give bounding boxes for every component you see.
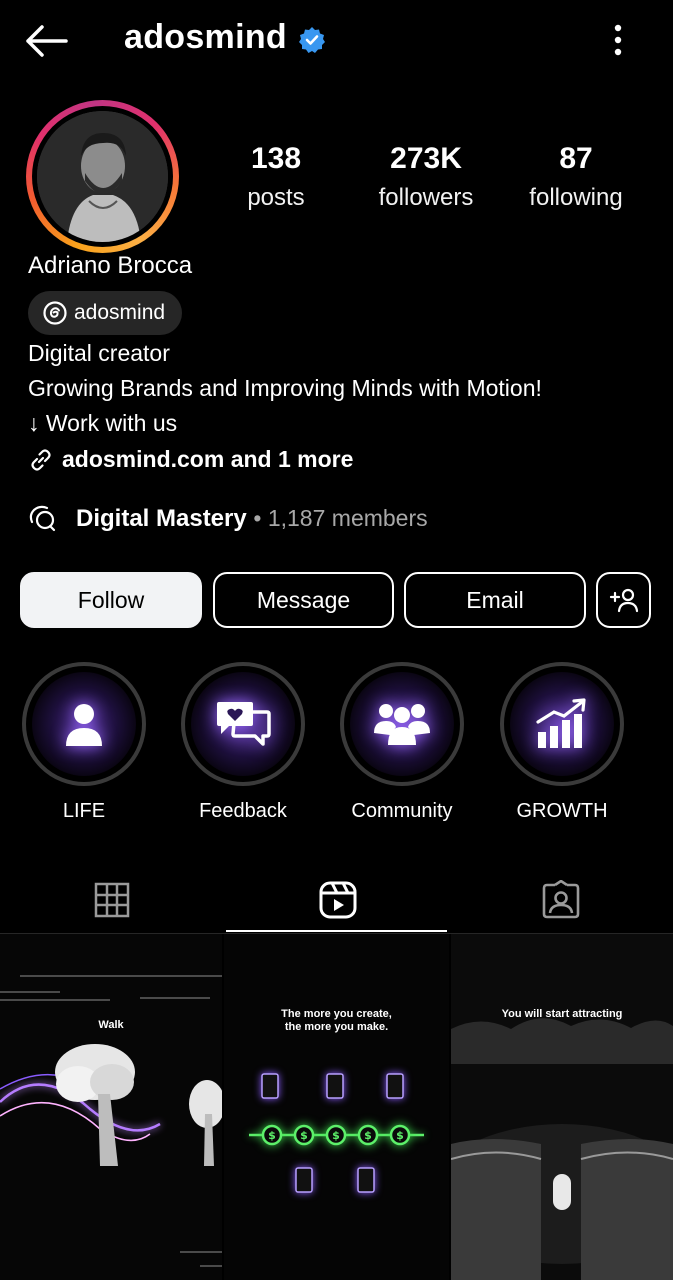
- email-button[interactable]: Email: [404, 572, 586, 628]
- stat-posts[interactable]: 138 posts: [201, 142, 351, 212]
- message-button[interactable]: Message: [213, 572, 394, 628]
- highlight-feedback[interactable]: Feedback: [179, 662, 307, 823]
- reel-walk-artwork: [0, 934, 222, 1280]
- broadcast-channel[interactable]: Digital Mastery • 1,187 members: [28, 505, 428, 533]
- svg-text:$: $: [364, 1129, 372, 1142]
- more-options-icon[interactable]: [602, 22, 634, 58]
- grid-icon: [94, 882, 130, 918]
- channel-name: Digital Mastery: [76, 505, 247, 532]
- threads-handle: adosmind: [74, 301, 166, 324]
- stat-followers-label: followers: [378, 184, 474, 211]
- follow-button[interactable]: Follow: [20, 572, 202, 628]
- bar-growth-icon: [536, 698, 586, 748]
- stat-following-value: 87: [559, 142, 593, 175]
- bio-line-1: Growing Brands and Improving Minds with …: [28, 375, 542, 401]
- stat-posts-label: posts: [247, 184, 305, 211]
- back-arrow-icon[interactable]: [22, 22, 70, 60]
- suggested-users-button[interactable]: [596, 572, 651, 628]
- highlight-growth[interactable]: GROWTH: [498, 662, 626, 823]
- reel-caption-line-1: The more you create,: [281, 1008, 392, 1020]
- profile-avatar[interactable]: [26, 100, 179, 253]
- highlight-life[interactable]: LIFE: [20, 662, 148, 823]
- link-icon: [31, 448, 51, 471]
- active-tab-indicator: [226, 930, 447, 932]
- stat-following[interactable]: 87 following: [501, 142, 651, 212]
- chat-heart-icon: [217, 702, 271, 746]
- header-username: adosmind: [124, 18, 287, 56]
- threads-badge[interactable]: adosmind: [28, 291, 182, 335]
- highlight-label: Community: [351, 800, 453, 822]
- tab-grid[interactable]: [0, 868, 224, 932]
- reel-money-artwork: $ $ $ $ $: [224, 934, 449, 1280]
- reel-caption: Walk: [98, 1019, 124, 1031]
- person-icon: [66, 704, 102, 746]
- reel-thumbnail-2[interactable]: $ $ $ $ $ The more you create, the more you …: [224, 934, 449, 1280]
- highlight-label: LIFE: [62, 800, 106, 822]
- bio-category: Digital creator: [28, 340, 170, 366]
- verified-badge-icon: [299, 27, 325, 53]
- tab-tagged[interactable]: [449, 868, 673, 932]
- stat-posts-value: 138: [250, 142, 302, 175]
- stat-followers[interactable]: 273K followers: [351, 142, 501, 212]
- channel-members: • 1,187 members: [253, 505, 428, 531]
- add-person-icon: [609, 588, 638, 613]
- highlight-label: GROWTH: [516, 800, 608, 822]
- svg-text:$: $: [268, 1129, 276, 1142]
- stat-following-label: following: [529, 184, 623, 211]
- reels-icon: [319, 881, 357, 919]
- tab-reels[interactable]: [226, 868, 450, 932]
- avatar-photo: [37, 111, 168, 242]
- reel-caption: You will start attracting: [501, 1008, 623, 1020]
- svg-text:$: $: [332, 1129, 340, 1142]
- reel-thumbnail-1[interactable]: Walk: [0, 934, 222, 1280]
- stat-followers-value: 273K: [390, 142, 462, 175]
- threads-icon: [43, 301, 67, 325]
- reel-caption-line-2: the more you make.: [284, 1021, 389, 1033]
- reel-thumbnail-3[interactable]: You will start attracting: [451, 934, 673, 1280]
- svg-text:$: $: [300, 1129, 308, 1142]
- group-icon: [374, 704, 430, 745]
- svg-text:$: $: [396, 1129, 404, 1142]
- bio-line-2: ↓ Work with us: [28, 410, 178, 436]
- reel-attracting-artwork: [451, 934, 673, 1280]
- bio-link-text: adosmind.com and 1 more: [62, 446, 354, 472]
- bio-link[interactable]: adosmind.com and 1 more: [28, 446, 353, 473]
- tagged-person-icon: [542, 880, 580, 919]
- profile-full-name: Adriano Brocca: [28, 252, 193, 279]
- channel-chat-icon: [29, 505, 56, 532]
- highlight-label: Feedback: [199, 800, 287, 822]
- highlight-community[interactable]: Community: [338, 662, 466, 823]
